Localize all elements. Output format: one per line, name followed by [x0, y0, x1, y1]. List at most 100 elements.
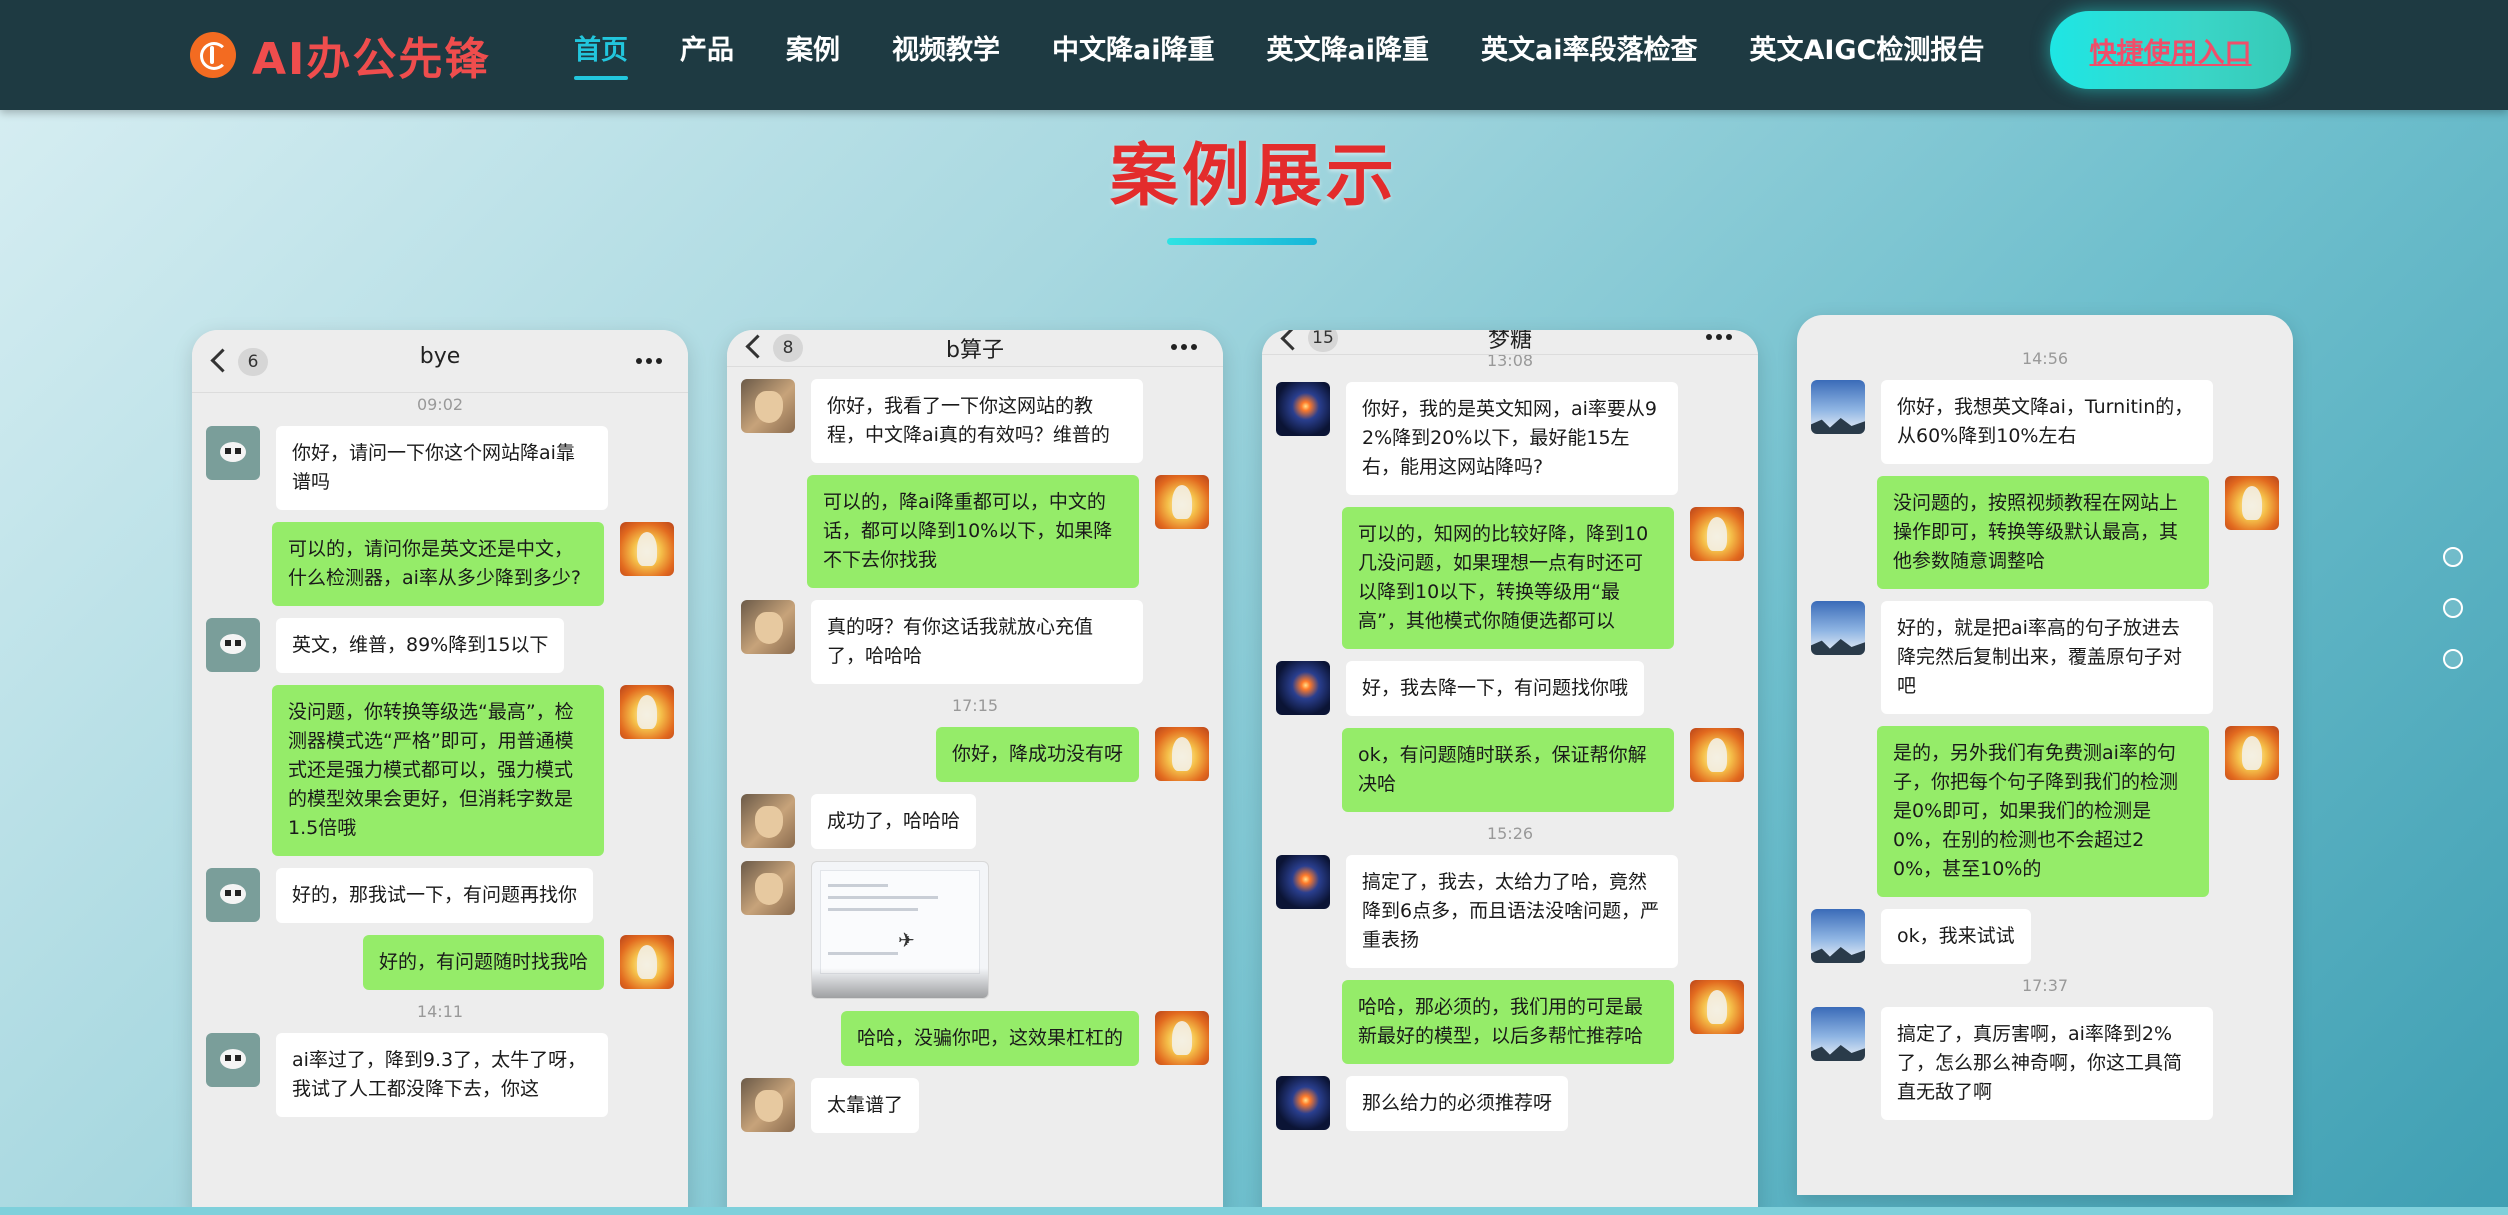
- message-timestamp: 17:15: [951, 696, 999, 715]
- message-bubble: 哈哈，没骗你吧，这效果杠杠的: [840, 1011, 1139, 1066]
- more-options-icon: [1171, 344, 1197, 350]
- carousel-dot-3[interactable]: [2443, 649, 2463, 669]
- message-bubble: ok，我来试试: [1881, 909, 2031, 964]
- message-timestamp: 17:37: [2021, 976, 2069, 995]
- nav-products[interactable]: 产品: [680, 0, 734, 110]
- chat-header: 6 bye: [192, 330, 688, 393]
- message-bubble: 你好，我想英文降ai，Turnitin的，从60%降到10%左右: [1881, 380, 2213, 464]
- avatar: [206, 426, 260, 480]
- chat-header: 8 b算子: [727, 330, 1223, 367]
- chat-message: 可以的，请问你是英文还是中文，什么检测器，ai率从多少降到多少?: [206, 522, 674, 606]
- chat-message: 可以的，降ai降重都可以，中文的话，都可以降到10%以下，如果降不下去你找我: [741, 475, 1209, 588]
- chat-message: 那么给力的必须推荐呀: [1276, 1076, 1744, 1131]
- avatar: [1811, 909, 1865, 963]
- message-bubble: 搞定了，我去，太给力了哈，竟然降到6点多，而且语法没啥问题，严重表扬: [1346, 855, 1678, 968]
- nav-home[interactable]: 首页: [574, 0, 628, 110]
- chat-message: 搞定了，我去，太给力了哈，竟然降到6点多，而且语法没啥问题，严重表扬: [1276, 855, 1744, 968]
- chat-message: ai率过了，降到9.3了，太牛了呀，我试了人工都没降下去，你这: [206, 1033, 674, 1117]
- avatar: [741, 794, 795, 848]
- nav-english-ai-paragraph-check[interactable]: 英文ai率段落检查: [1481, 0, 1697, 110]
- message-bubble: 可以的，知网的比较好降，降到10几没问题，如果理想一点有时还可以降到10以下，转…: [1342, 507, 1674, 649]
- message-bubble: 那么给力的必须推荐呀: [1346, 1076, 1569, 1131]
- avatar: [2225, 476, 2279, 530]
- chat-contact-name: b算子: [946, 338, 1004, 363]
- avatar: [1276, 855, 1330, 909]
- chat-message: 好，我去降一下，有问题找你哦: [1276, 661, 1744, 716]
- message-timestamp: 14:11: [416, 1002, 464, 1021]
- message-bubble: 你好，降成功没有呀: [935, 727, 1139, 782]
- message-bubble: 好的，有问题随时找我哈: [362, 935, 604, 990]
- avatar: [1155, 727, 1209, 781]
- nav-english-ai-reduce[interactable]: 英文降ai降重: [1266, 0, 1428, 110]
- avatar: [1155, 475, 1209, 529]
- site-logo[interactable]: AI办公先锋: [190, 26, 491, 85]
- avatar: [741, 861, 795, 915]
- message-bubble: 没问题，你转换等级选“最高”，检测器模式选“严格”即可，用普通模式还是强力模式都…: [272, 685, 604, 856]
- message-bubble: 你好，我的是英文知网，ai率要从92%降到20%以下，最好能15左右，能用这网站…: [1346, 382, 1678, 495]
- logo-text: AI办公先锋: [252, 34, 491, 85]
- chat-message: ✈: [741, 861, 1209, 999]
- avatar: [620, 522, 674, 576]
- quick-access-button[interactable]: 快捷使用入口: [2050, 11, 2291, 89]
- avatar: [741, 379, 795, 433]
- nav-video-tutorials[interactable]: 视频教学: [892, 0, 1000, 110]
- message-timestamp: 14:56: [2021, 349, 2069, 368]
- brand-mark-icon: ✈: [898, 928, 915, 952]
- chat-message: 好的，有问题随时找我哈: [206, 935, 674, 990]
- chat-message: 你好，我看了一下你这网站的教程，中文降ai真的有效吗？维普的: [741, 379, 1209, 463]
- message-bubble: 英文，维普，89%降到15以下: [276, 618, 565, 673]
- nav-cases[interactable]: 案例: [786, 0, 840, 110]
- chat-contact-name: bye: [419, 344, 461, 369]
- section-title: 案例展示: [1109, 137, 1398, 216]
- avatar: [206, 868, 260, 922]
- carousel-dot-2[interactable]: [2443, 598, 2463, 618]
- chat-message: 太靠谱了: [741, 1078, 1209, 1133]
- chat-header: 15 梦糖: [1262, 330, 1758, 355]
- chat-card-2: 8 b算子 你好，我看了一下你这网站的教程，中文降ai真的有效吗？维普的 可以的…: [727, 330, 1223, 1215]
- chat-message: ok，有问题随时联系，保证帮你解决哈: [1276, 728, 1744, 812]
- message-bubble: 太靠谱了: [811, 1078, 920, 1133]
- avatar: [1811, 601, 1865, 655]
- message-bubble: 好的，那我试一下，有问题再找你: [276, 868, 594, 923]
- message-bubble: 可以的，降ai降重都可以，中文的话，都可以降到10%以下，如果降不下去你找我: [807, 475, 1139, 588]
- message-bubble: 搞定了，真厉害啊，ai率降到2%了，怎么那么神奇啊，你这工具简直无敌了啊: [1881, 1007, 2213, 1120]
- message-timestamp: 15:26: [1486, 824, 1534, 843]
- chat-message: 搞定了，真厉害啊，ai率降到2%了，怎么那么神奇啊，你这工具简直无敌了啊: [1811, 1007, 2279, 1120]
- message-bubble: ai率过了，降到9.3了，太牛了呀，我试了人工都没降下去，你这: [276, 1033, 608, 1117]
- chat-message: 好的，那我试一下，有问题再找你: [206, 868, 674, 923]
- avatar: [1276, 1076, 1330, 1130]
- title-underline: [1167, 238, 1317, 245]
- avatar: [1690, 507, 1744, 561]
- screenshot-image-message[interactable]: ✈: [811, 861, 989, 999]
- carousel-dot-1[interactable]: [2443, 547, 2463, 567]
- chat-card-4: 14:56 你好，我想英文降ai，Turnitin的，从60%降到10%左右 没…: [1797, 315, 2293, 1195]
- nav-chinese-ai-reduce[interactable]: 中文降ai降重: [1052, 0, 1214, 110]
- avatar: [2225, 726, 2279, 780]
- message-bubble: 你好，我看了一下你这网站的教程，中文降ai真的有效吗？维普的: [811, 379, 1143, 463]
- chat-message: 你好，我想英文降ai，Turnitin的，从60%降到10%左右: [1811, 380, 2279, 464]
- chat-message: 英文，维普，89%降到15以下: [206, 618, 674, 673]
- chat-message: 可以的，知网的比较好降，降到10几没问题，如果理想一点有时还可以降到10以下，转…: [1276, 507, 1744, 649]
- message-timestamp: 09:02: [416, 395, 464, 414]
- chat-message: 没问题的，按照视频教程在网站上操作即可，转换等级默认最高，其他参数随意调整哈: [1811, 476, 2279, 589]
- avatar: [206, 1033, 260, 1087]
- more-options-icon: [636, 358, 662, 364]
- chat-message: 你好，请问一下你这个网站降ai靠谱吗: [206, 426, 674, 510]
- message-bubble: ok，有问题随时联系，保证帮你解决哈: [1342, 728, 1674, 812]
- nav-english-aigc-report[interactable]: 英文AIGC检测报告: [1749, 0, 1984, 110]
- main-nav: 首页 产品 案例 视频教学 中文降ai降重 英文降ai降重 英文ai率段落检查 …: [548, 0, 2010, 110]
- avatar: [620, 935, 674, 989]
- avatar: [206, 618, 260, 672]
- message-bubble: 好的，就是把ai率高的句子放进去降完然后复制出来，覆盖原句子对吧: [1881, 601, 2213, 714]
- chat-message: 真的呀？有你这话我就放心充值了，哈哈哈: [741, 600, 1209, 684]
- chat-message: 没问题，你转换等级选“最高”，检测器模式选“严格”即可，用普通模式还是强力模式都…: [206, 685, 674, 856]
- chat-message: 是的，另外我们有免费测ai率的句子，你把每个句子降到我们的检测是0%即可，如果我…: [1811, 726, 2279, 897]
- top-navigation-bar: AI办公先锋 首页 产品 案例 视频教学 中文降ai降重 英文降ai降重 英文a…: [0, 0, 2508, 110]
- chat-message: ok，我来试试: [1811, 909, 2279, 964]
- chat-message: 你好，降成功没有呀: [741, 727, 1209, 782]
- avatar: [1811, 380, 1865, 434]
- message-bubble: 是的，另外我们有免费测ai率的句子，你把每个句子降到我们的检测是0%即可，如果我…: [1877, 726, 2209, 897]
- message-bubble: 哈哈，那必须的，我们用的可是最新最好的模型，以后多帮忙推荐哈: [1342, 980, 1674, 1064]
- message-bubble: 你好，请问一下你这个网站降ai靠谱吗: [276, 426, 608, 510]
- chat-message: 哈哈，那必须的，我们用的可是最新最好的模型，以后多帮忙推荐哈: [1276, 980, 1744, 1064]
